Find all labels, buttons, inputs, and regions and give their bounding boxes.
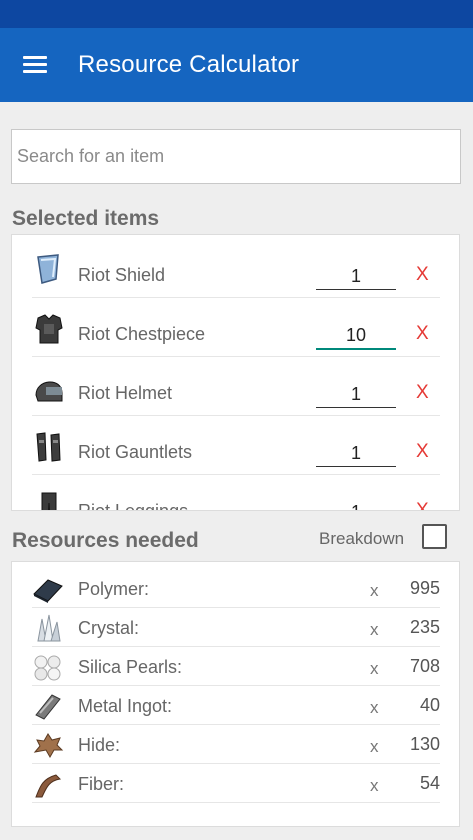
resource-amount: 708 xyxy=(409,656,440,676)
remove-item-button[interactable]: X xyxy=(416,382,429,404)
breakdown-label: Breakdown xyxy=(319,529,405,548)
riot-helmet-icon xyxy=(32,371,66,405)
list-item: Riot Shield X xyxy=(32,239,440,298)
list-item: Riot Leggings X xyxy=(32,475,440,511)
quantity-input[interactable] xyxy=(316,325,396,350)
resource-name: Fiber: xyxy=(78,774,125,794)
item-name: Riot Leggings xyxy=(78,501,189,511)
resource-row: Silica Pearls: x 708 xyxy=(32,647,440,686)
app-bar: Resource Calculator xyxy=(0,28,473,102)
list-item: Riot Helmet X xyxy=(32,357,440,416)
quantity-input[interactable] xyxy=(316,502,396,510)
selected-items-title: Selected items xyxy=(12,207,160,230)
resource-amount: 995 xyxy=(409,578,440,598)
resource-row: Metal Ingot: x 40 xyxy=(32,686,440,725)
quantity-input[interactable] xyxy=(316,443,396,467)
multiplier-sign: x xyxy=(370,659,379,678)
list-item: Riot Gauntlets X xyxy=(32,416,440,475)
remove-item-button[interactable]: X xyxy=(416,264,429,286)
breakdown-checkbox[interactable] xyxy=(422,524,447,549)
riot-chestpiece-icon xyxy=(32,312,66,346)
list-item: Riot Chestpiece X xyxy=(32,298,440,357)
quantity-input[interactable] xyxy=(316,266,396,290)
search-box[interactable] xyxy=(11,129,461,184)
resource-amount: 54 xyxy=(419,773,440,793)
item-name: Riot Helmet xyxy=(78,383,173,403)
fiber-icon xyxy=(32,769,64,799)
resource-name: Silica Pearls: xyxy=(78,657,183,677)
search-input[interactable] xyxy=(17,146,460,167)
remove-item-button[interactable]: X xyxy=(416,323,429,345)
remove-item-button[interactable]: X xyxy=(416,441,429,463)
app-title: Resource Calculator xyxy=(78,51,300,78)
resource-row: Polymer: x 995 xyxy=(32,569,440,608)
resource-row: Crystal: x 235 xyxy=(32,608,440,647)
item-name: Riot Chestpiece xyxy=(78,324,206,344)
resource-name: Crystal: xyxy=(78,618,140,638)
resource-amount: 235 xyxy=(409,617,440,637)
resource-name: Hide: xyxy=(78,735,121,755)
hide-icon xyxy=(32,730,64,760)
resource-name: Polymer: xyxy=(78,579,150,599)
resource-amount: 130 xyxy=(409,734,440,754)
silica-pearls-icon xyxy=(32,652,64,682)
menu-icon[interactable] xyxy=(23,56,47,74)
multiplier-sign: x xyxy=(370,698,379,717)
crystal-icon xyxy=(32,613,64,643)
quantity-input[interactable] xyxy=(316,384,396,408)
item-name: Riot Shield xyxy=(78,265,166,285)
resource-row: Hide: x 130 xyxy=(32,725,440,764)
resource-amount: 40 xyxy=(419,695,440,715)
multiplier-sign: x xyxy=(370,620,379,639)
riot-shield-icon xyxy=(32,253,66,287)
selected-items-list[interactable]: Riot Shield X Riot Chestpiece X Riot Hel… xyxy=(11,234,460,511)
resource-name: Metal Ingot: xyxy=(78,696,173,716)
resource-row: Fiber: x 54 xyxy=(32,764,440,803)
status-bar xyxy=(0,0,473,28)
item-name: Riot Gauntlets xyxy=(78,442,193,462)
riot-gauntlets-icon xyxy=(32,430,66,464)
multiplier-sign: x xyxy=(370,737,379,756)
resources-list: Polymer: x 995 Crystal: x 235 Silica Pea… xyxy=(11,561,460,827)
multiplier-sign: x xyxy=(370,776,379,795)
multiplier-sign: x xyxy=(370,581,379,600)
remove-item-button[interactable]: X xyxy=(416,500,429,510)
polymer-icon xyxy=(32,574,64,604)
resources-needed-title: Resources needed xyxy=(12,529,199,552)
riot-leggings-icon xyxy=(32,489,66,510)
metal-ingot-icon xyxy=(32,691,64,721)
